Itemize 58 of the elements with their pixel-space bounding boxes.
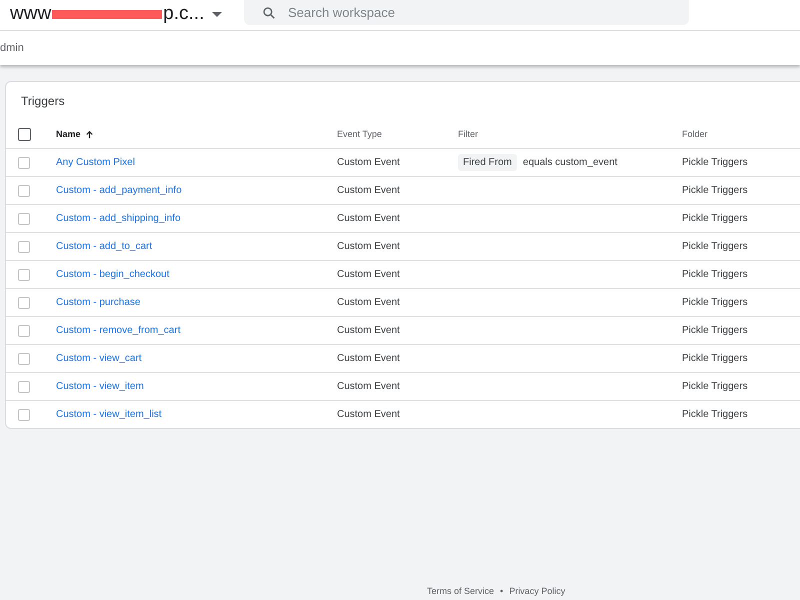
checkbox[interactable] xyxy=(18,296,30,308)
folder-text: Pickle Triggers xyxy=(682,185,748,196)
checkbox[interactable] xyxy=(18,212,30,224)
checkbox[interactable] xyxy=(18,128,31,140)
sort-arrow-icon[interactable] xyxy=(84,128,95,140)
folder-text: Pickle Triggers xyxy=(682,241,748,252)
card-title: Triggers xyxy=(20,93,66,110)
checkbox[interactable] xyxy=(18,184,30,196)
footer-link[interactable]: Terms of Service xyxy=(427,586,494,596)
event-type-text: Custom Event xyxy=(337,185,400,196)
trigger-name-link[interactable]: Custom - view_cart xyxy=(56,353,142,364)
event-type-text: Custom Event xyxy=(337,297,400,308)
checkbox[interactable] xyxy=(18,324,30,336)
folder-text: Pickle Triggers xyxy=(682,157,748,168)
checkbox[interactable] xyxy=(18,268,30,280)
folder-text: Pickle Triggers xyxy=(682,213,748,224)
filter-text: equals custom_event xyxy=(522,157,618,168)
admin-tab[interactable]: dmin xyxy=(0,42,24,54)
folder-text: Pickle Triggers xyxy=(682,297,748,308)
folder-text: Pickle Triggers xyxy=(682,381,748,392)
checkbox[interactable] xyxy=(18,408,30,420)
caret-icon[interactable] xyxy=(212,12,222,16)
folder-text: Pickle Triggers xyxy=(682,353,748,364)
column-header[interactable]: Filter xyxy=(458,129,478,139)
trigger-name-link[interactable]: Custom - add_to_cart xyxy=(56,241,152,252)
checkbox[interactable] xyxy=(18,380,30,392)
filter-chip: Fired From xyxy=(458,154,517,171)
search-icon xyxy=(262,6,276,20)
trigger-name-link[interactable]: Custom - remove_from_cart xyxy=(56,325,180,336)
checkbox[interactable] xyxy=(18,352,30,364)
footer-link[interactable]: Privacy Policy xyxy=(509,586,566,596)
trigger-name-link[interactable]: Custom - begin_checkout xyxy=(56,269,170,280)
column-header[interactable]: Event Type xyxy=(337,129,382,139)
folder-text: Pickle Triggers xyxy=(682,409,748,420)
trigger-name-link[interactable]: Custom - view_item_list xyxy=(56,409,162,420)
trigger-name-link[interactable]: Custom - view_item xyxy=(56,381,144,392)
trigger-name-link[interactable]: Custom - add_payment_info xyxy=(56,185,182,196)
event-type-text: Custom Event xyxy=(337,157,400,168)
event-type-text: Custom Event xyxy=(337,353,400,364)
event-type-text: Custom Event xyxy=(337,409,400,420)
event-type-text: Custom Event xyxy=(337,241,400,252)
event-type-text: Custom Event xyxy=(337,269,400,280)
checkbox[interactable] xyxy=(18,240,30,252)
folder-text: Pickle Triggers xyxy=(682,325,748,336)
column-header[interactable]: Name xyxy=(56,129,81,139)
column-header[interactable]: Folder xyxy=(682,129,708,139)
trigger-name-link[interactable]: Any Custom Pixel xyxy=(56,157,135,168)
search-field[interactable]: Search workspace xyxy=(286,4,670,21)
event-type-text: Custom Event xyxy=(337,381,400,392)
workspace-name[interactable]: www p.c... xyxy=(10,3,204,25)
search-bar[interactable]: Search workspace xyxy=(244,0,689,25)
checkbox[interactable] xyxy=(18,156,30,168)
trigger-name-link[interactable]: Custom - add_shipping_info xyxy=(56,213,181,224)
event-type-text: Custom Event xyxy=(337,213,400,224)
separator-dot: • xyxy=(500,586,504,596)
folder-text: Pickle Triggers xyxy=(682,269,748,280)
trigger-name-link[interactable]: Custom - purchase xyxy=(56,297,140,308)
event-type-text: Custom Event xyxy=(337,325,400,336)
